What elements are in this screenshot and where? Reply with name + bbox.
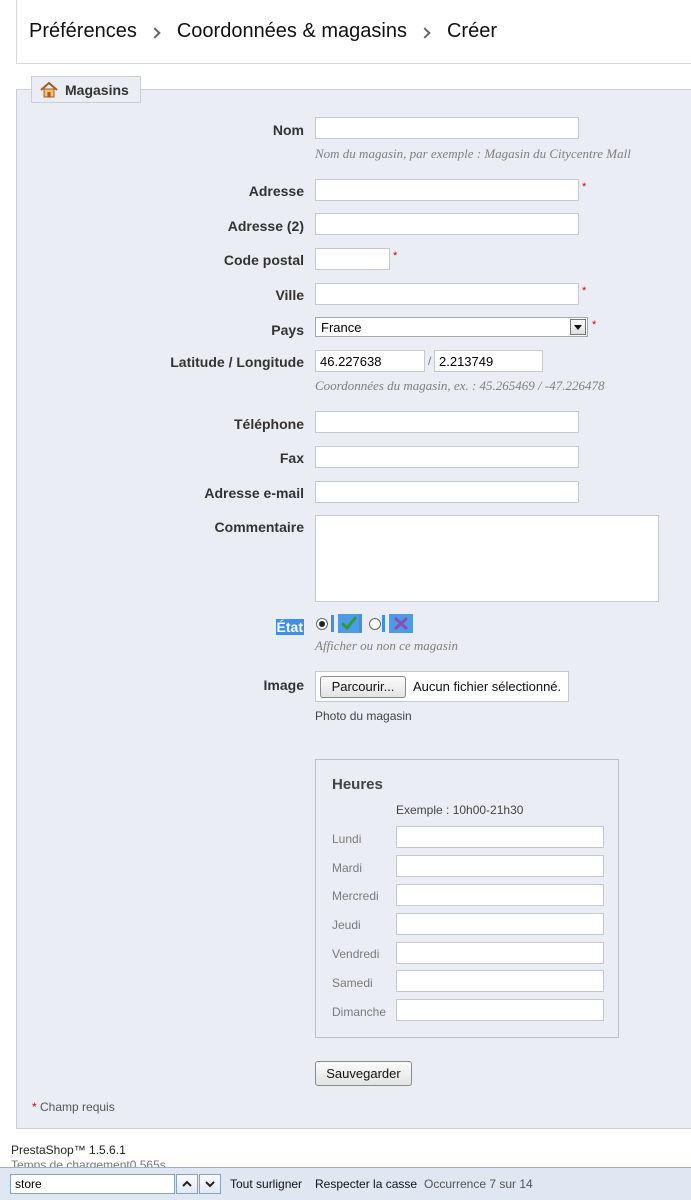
- longitude-input[interactable]: [434, 350, 543, 372]
- chevron-up-icon: [182, 1178, 192, 1188]
- chevron-down-icon[interactable]: [570, 319, 586, 335]
- image-file-input[interactable]: Parcourir... Aucun fichier sélectionné.: [315, 671, 569, 702]
- selection-highlight: [382, 615, 385, 632]
- required-note-text: Champ requis: [40, 1100, 115, 1114]
- city-label: Ville: [275, 287, 304, 303]
- hours-title: Heures: [332, 776, 383, 793]
- required-note: * Champ requis: [32, 1100, 115, 1114]
- home-icon: [40, 81, 58, 97]
- required-marker: *: [32, 1100, 37, 1114]
- latlng-separator: /: [428, 354, 432, 368]
- selection-highlight: [359, 615, 362, 632]
- state-hint: Afficher ou non ce magasin: [315, 638, 458, 653]
- find-previous-button[interactable]: [176, 1174, 198, 1194]
- day-label-sunday: Dimanche: [332, 1005, 387, 1019]
- chevron-right-icon: [149, 26, 161, 39]
- hours-input-sunday[interactable]: [396, 999, 604, 1021]
- fax-label: Fax: [279, 450, 304, 466]
- day-label-wednesday: Mercredi: [332, 889, 379, 903]
- find-status: Occurrence 7 sur 14: [424, 1177, 533, 1191]
- city-input[interactable]: [315, 283, 579, 305]
- address2-label: Adresse (2): [227, 218, 304, 234]
- find-next-button[interactable]: [199, 1174, 221, 1194]
- legend-title: Magasins: [65, 81, 129, 98]
- latlng-label: Latitude / Longitude: [170, 354, 304, 370]
- name-label: Nom: [272, 122, 304, 138]
- phone-label: Téléphone: [233, 416, 304, 432]
- required-marker: *: [393, 250, 398, 262]
- address-input[interactable]: [315, 179, 579, 201]
- no-file-text: Aucun fichier sélectionné.: [413, 679, 562, 694]
- hours-input-friday[interactable]: [396, 942, 604, 964]
- check-icon: [340, 616, 358, 631]
- comment-label: Commentaire: [214, 519, 304, 535]
- country-label: Pays: [271, 322, 304, 338]
- postcode-label: Code postal: [223, 252, 304, 268]
- find-bar: Tout surligner Respecter la casse Occurr…: [0, 1167, 691, 1200]
- hours-input-tuesday[interactable]: [396, 855, 604, 877]
- chevron-right-icon: [419, 26, 431, 39]
- hours-input-saturday[interactable]: [396, 970, 604, 992]
- cross-icon: [393, 616, 409, 631]
- address2-input[interactable]: [315, 213, 579, 235]
- selection-highlight: [331, 615, 334, 632]
- day-label-thursday: Jeudi: [332, 918, 361, 932]
- country-select[interactable]: France: [315, 317, 588, 337]
- hours-box: Heures Exemple : 10h00-21h30 Lundi Mardi…: [315, 759, 619, 1038]
- state-label: État: [275, 619, 304, 635]
- phone-input[interactable]: [315, 411, 579, 433]
- required-marker: *: [592, 319, 597, 331]
- state-enabled-radio[interactable]: [316, 618, 328, 630]
- chevron-down-icon: [205, 1178, 215, 1188]
- hours-input-thursday[interactable]: [396, 913, 604, 935]
- save-button[interactable]: Sauvegarder: [315, 1061, 412, 1086]
- day-label-tuesday: Mardi: [332, 861, 363, 875]
- email-input[interactable]: [315, 481, 579, 503]
- hours-input-wednesday[interactable]: [396, 884, 604, 906]
- find-input[interactable]: [10, 1174, 175, 1194]
- footer-version: PrestaShop™ 1.5.6.1: [11, 1143, 126, 1157]
- browse-button[interactable]: Parcourir...: [320, 675, 406, 698]
- hours-input-monday[interactable]: [396, 826, 604, 848]
- email-label: Adresse e-mail: [204, 485, 304, 501]
- latitude-input[interactable]: [315, 350, 425, 372]
- fax-input[interactable]: [315, 446, 579, 468]
- required-marker: *: [582, 181, 587, 193]
- required-marker: *: [582, 285, 587, 297]
- day-label-saturday: Samedi: [332, 976, 373, 990]
- country-selected-value: France: [321, 320, 362, 335]
- address-label: Adresse: [248, 183, 304, 199]
- day-label-monday: Lundi: [332, 832, 362, 846]
- postcode-input[interactable]: [315, 248, 390, 270]
- state-disabled-radio[interactable]: [369, 618, 381, 630]
- comment-textarea[interactable]: [315, 515, 659, 602]
- breadcrumb-item-contacts-stores[interactable]: Coordonnées & magasins: [177, 20, 407, 43]
- image-label: Image: [263, 677, 304, 693]
- breadcrumb-item-preferences[interactable]: Préférences: [29, 20, 137, 43]
- fieldset-legend: Magasins: [31, 76, 141, 103]
- hours-example: Exemple : 10h00-21h30: [396, 803, 524, 817]
- day-label-friday: Vendredi: [332, 947, 380, 961]
- image-hint: Photo du magasin: [315, 709, 412, 723]
- breadcrumb-item-create: Créer: [446, 20, 497, 42]
- name-input[interactable]: [315, 117, 579, 139]
- latlng-hint: Coordonnées du magasin, ex. : 45.265469 …: [315, 378, 605, 393]
- match-case-button[interactable]: Respecter la casse: [315, 1177, 417, 1191]
- highlight-all-button[interactable]: Tout surligner: [230, 1177, 302, 1191]
- breadcrumb: Préférences Coordonnées & magasins Créer: [16, 0, 691, 64]
- name-hint: Nom du magasin, par exemple : Magasin du…: [315, 146, 631, 161]
